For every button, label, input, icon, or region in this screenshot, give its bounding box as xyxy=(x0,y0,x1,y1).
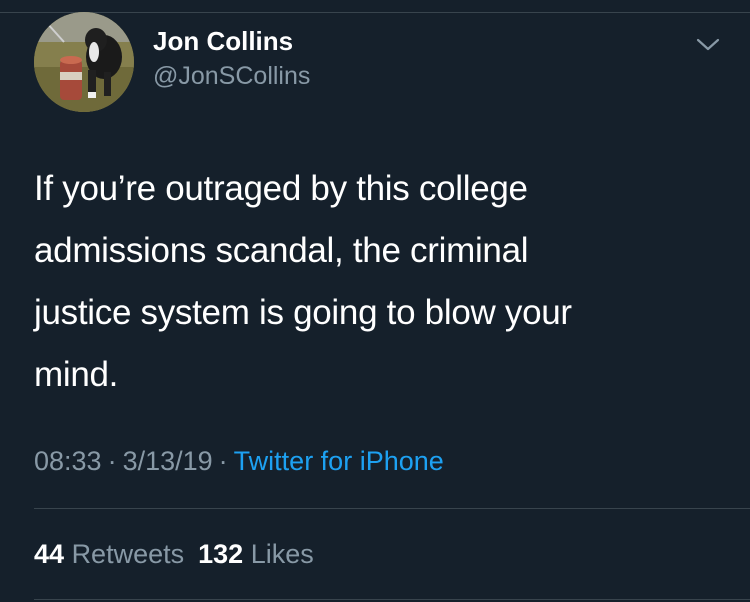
likes-stat[interactable]: 132 Likes xyxy=(198,539,314,569)
tweet-text-line: admissions scandal, the criminal xyxy=(34,231,529,270)
likes-count: 132 xyxy=(198,539,244,569)
retweets-count: 44 xyxy=(34,539,65,569)
top-border xyxy=(0,0,750,13)
tweet-card: Jon Collins @JonSCollins If you’re outra… xyxy=(0,0,750,602)
tweet-meta: 08:33 · 3/13/19 · Twitter for iPhone xyxy=(34,445,444,477)
retweets-stat[interactable]: 44 Retweets xyxy=(34,539,184,569)
meta-separator: · xyxy=(107,446,117,476)
tweet-date[interactable]: 3/13/19 xyxy=(123,446,213,476)
tweet-text-line: mind. xyxy=(34,355,119,394)
tweet-text: If you’re outraged by this college admis… xyxy=(34,158,724,406)
retweets-label: Retweets xyxy=(71,539,185,569)
user-handle[interactable]: @JonSCollins xyxy=(153,61,310,91)
meta-separator: · xyxy=(218,446,228,476)
chevron-down-icon xyxy=(696,38,720,51)
tweet-text-line: If you’re outraged by this college xyxy=(34,169,528,208)
tweet-text-line: justice system is going to blow your xyxy=(34,293,572,332)
avatar-dog-image xyxy=(34,12,134,112)
likes-label: Likes xyxy=(250,539,314,569)
tweet-source-link[interactable]: Twitter for iPhone xyxy=(234,446,444,476)
tweet-stats: 44 Retweets 132 Likes xyxy=(34,538,314,570)
tweet-time[interactable]: 08:33 xyxy=(34,446,102,476)
display-name[interactable]: Jon Collins xyxy=(153,26,310,56)
tweet-author[interactable]: Jon Collins @JonSCollins xyxy=(153,26,310,91)
more-menu-button[interactable] xyxy=(693,32,723,56)
divider xyxy=(34,599,750,600)
avatar[interactable] xyxy=(34,12,134,112)
divider xyxy=(34,508,750,509)
